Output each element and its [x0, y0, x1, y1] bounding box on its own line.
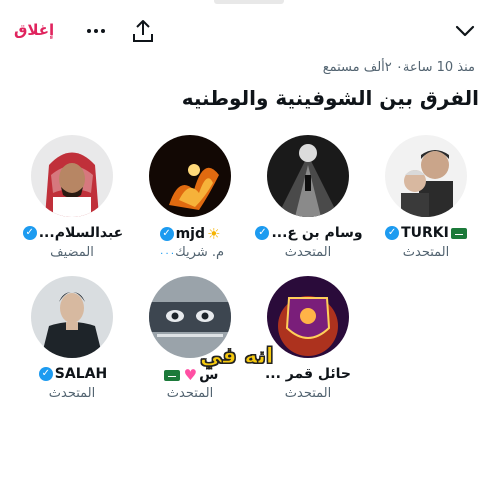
speaker-card[interactable]: وسام بن ع...✓ المتحدث — [249, 135, 367, 260]
top-bar: إغلاق — [0, 18, 497, 48]
speaker-name-row: TURKI✓ — [367, 225, 485, 241]
speaker-name: TURKI — [401, 225, 449, 241]
chevron-down-icon[interactable] — [453, 20, 477, 42]
saudi-flag-icon — [450, 227, 467, 239]
avatar — [31, 276, 113, 358]
speaker-name: SALAH — [54, 366, 108, 382]
speaker-card[interactable]: TURKI✓ المتحدث — [367, 135, 485, 260]
overlay-caption: انه في — [199, 344, 274, 370]
saudi-flag-icon — [163, 369, 180, 381]
speaker-name: عبدالسلام... — [38, 225, 124, 241]
speaker-role: المتحدث — [284, 386, 332, 401]
speaker-role: المتحدث — [48, 386, 96, 401]
heart-emoji-icon: ♥ — [183, 366, 198, 384]
avatar — [149, 135, 231, 217]
avatar — [31, 135, 113, 217]
speaker-name: س — [199, 367, 219, 383]
share-icon[interactable] — [131, 18, 155, 44]
speaker-role: المضيف — [50, 245, 94, 260]
verified-badge-icon: ✓ — [159, 227, 174, 241]
speaker-card[interactable]: ☀mjd✓ م. شريك٠٠٠ — [131, 135, 249, 260]
speaker-name-row: ☀mjd✓ — [131, 225, 249, 243]
speaker-name-row: وسام بن ع...✓ — [249, 225, 367, 241]
more-icon[interactable] — [84, 20, 108, 42]
speaker-card[interactable]: حائل قمر ... المتحدث — [249, 276, 367, 401]
speaker-role: م. شريك — [175, 245, 225, 260]
space-meta: منذ 10 ساعة٠ ٢ألف مستمع — [322, 60, 475, 75]
close-button[interactable]: إغلاق — [14, 21, 54, 39]
verified-badge-icon: ✓ — [255, 226, 270, 240]
avatar — [267, 276, 349, 358]
speaker-card[interactable]: عبدالسلام...✓ المضيف — [13, 135, 131, 260]
speaker-name-row: SALAH✓ — [13, 366, 131, 382]
speaker-role: المتحدث — [284, 245, 332, 260]
verified-badge-icon: ✓ — [385, 226, 400, 240]
role-dots: ٠٠٠ — [158, 248, 176, 259]
sun-emoji-icon: ☀ — [206, 225, 221, 243]
verified-badge-icon: ✓ — [38, 367, 53, 381]
avatar — [267, 135, 349, 217]
speaker-role: المتحدث — [402, 245, 450, 260]
sheet-handle[interactable] — [213, 0, 284, 4]
speaker-name: وسام بن ع... — [271, 225, 363, 241]
speaker-card[interactable]: س♥ المتحدث — [131, 276, 249, 401]
speaker-role-row: م. شريك٠٠٠ — [131, 245, 249, 260]
speaker-role: المتحدث — [166, 386, 214, 401]
speaker-name: mjd — [175, 226, 205, 242]
speaker-card[interactable]: SALAH✓ المتحدث — [13, 276, 131, 401]
avatar — [385, 135, 467, 217]
speaker-name-row: عبدالسلام...✓ — [13, 225, 131, 241]
verified-badge-icon: ✓ — [22, 226, 37, 240]
space-title: الفرق بين الشوفينية والوطنيه — [181, 86, 479, 110]
speaker-name: حائل قمر ... — [264, 366, 352, 382]
